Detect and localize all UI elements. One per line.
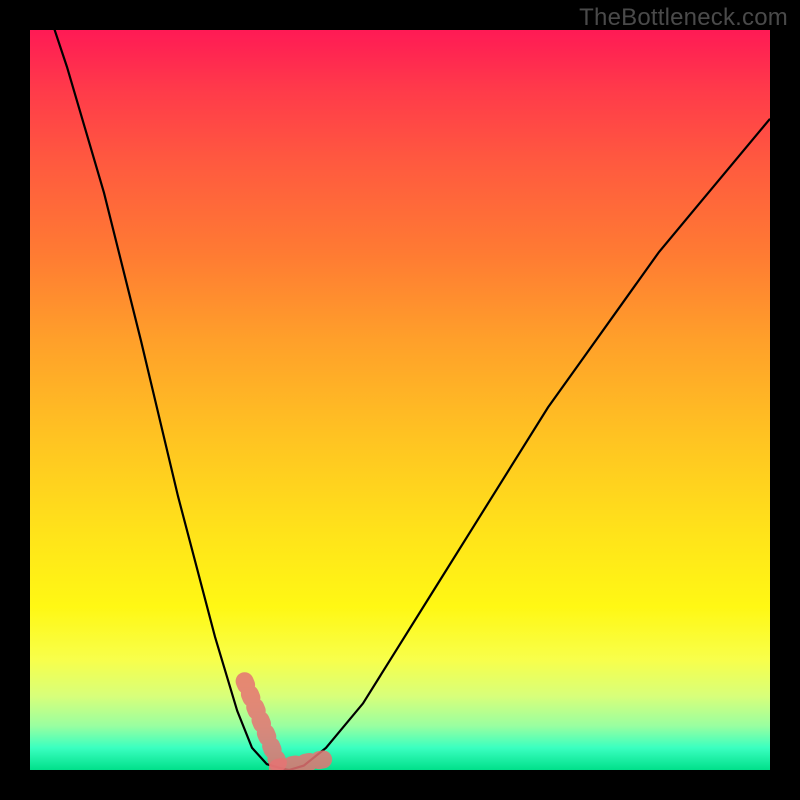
highlight-left-icon <box>245 681 278 762</box>
plot-area <box>30 30 770 770</box>
left-curve <box>30 30 289 770</box>
right-curve <box>289 119 770 770</box>
curve-layer <box>30 30 770 770</box>
highlight-flat-icon <box>278 759 326 768</box>
chart-frame: TheBottleneck.com <box>0 0 800 800</box>
watermark-text: TheBottleneck.com <box>579 4 788 32</box>
